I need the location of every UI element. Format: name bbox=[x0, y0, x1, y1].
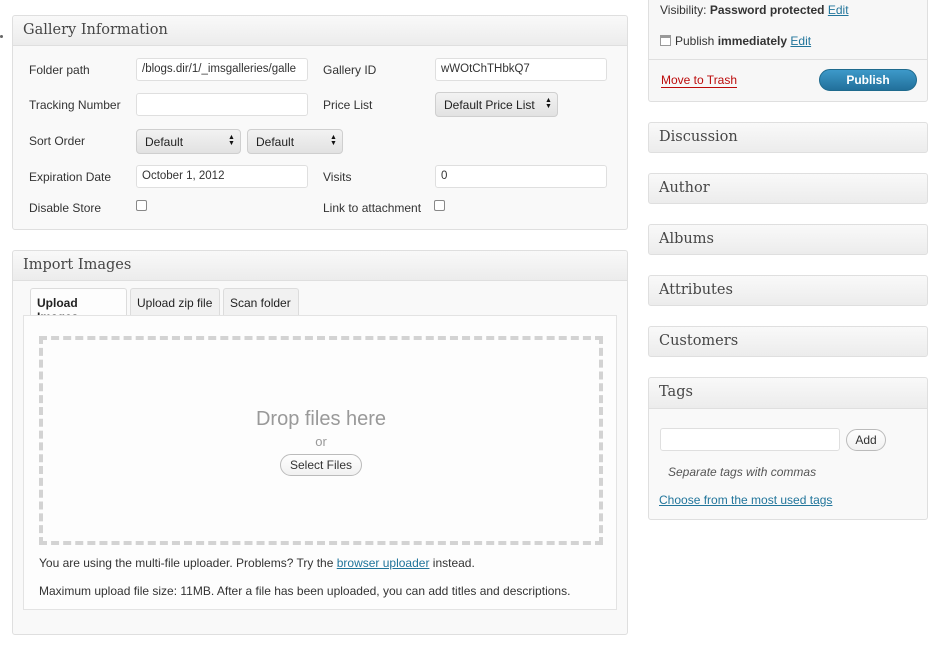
publish-time-row: Publish immediately Edit bbox=[660, 34, 811, 48]
panel-title: Gallery Information bbox=[23, 22, 168, 38]
publish-panel: Visibility: Password protected Edit Publ… bbox=[648, 0, 928, 102]
expiration-date-field[interactable]: October 1, 2012 bbox=[136, 165, 308, 188]
visibility-row: Visibility: Password protected Edit bbox=[660, 3, 849, 17]
tags-header[interactable]: Tags bbox=[649, 378, 927, 409]
panel-title: Author bbox=[659, 180, 710, 196]
publish-edit-link[interactable]: Edit bbox=[790, 34, 811, 48]
tags-hint: Separate tags with commas bbox=[668, 465, 817, 479]
tab-scan-folder[interactable]: Scan folder bbox=[223, 288, 299, 315]
tags-input[interactable] bbox=[660, 428, 840, 451]
select-files-button[interactable]: Select Files bbox=[280, 454, 362, 476]
folder-path-field[interactable]: /blogs.dir/1/_imsgalleries/galle bbox=[136, 58, 308, 81]
price-list-label: Price List bbox=[323, 98, 373, 112]
tab-label: Upload zip file bbox=[137, 296, 213, 310]
gallery-id-label: Gallery ID bbox=[323, 63, 377, 77]
panel-title: Tags bbox=[659, 384, 693, 400]
choose-most-used-tags-link[interactable]: Choose from the most used tags bbox=[659, 493, 832, 507]
move-to-trash-link[interactable]: Move to Trash bbox=[661, 73, 738, 88]
gallery-id-field[interactable]: wWOtChTHbkQ7 bbox=[435, 58, 607, 81]
tab-label: Scan folder bbox=[230, 296, 291, 310]
panel-title: Discussion bbox=[659, 129, 738, 145]
tags-panel: Tags Add Separate tags with commas Choos… bbox=[648, 377, 928, 520]
link-attachment-label: Link to attachment bbox=[323, 201, 422, 215]
sort-order-select-2[interactable]: Default ▲ ▼ bbox=[247, 129, 343, 154]
visibility-value: Password protected bbox=[709, 3, 825, 17]
author-panel[interactable]: Author bbox=[648, 173, 928, 204]
sort-order-label: Sort Order bbox=[29, 134, 86, 148]
panel-title: Import Images bbox=[23, 257, 132, 273]
drop-files-text: Drop files here bbox=[255, 408, 387, 430]
visibility-edit-link[interactable]: Edit bbox=[828, 3, 849, 17]
visits-label: Visits bbox=[323, 170, 352, 184]
sort-order-value-1: Default bbox=[145, 135, 184, 149]
gallery-information-header[interactable]: Gallery Information bbox=[13, 16, 627, 46]
updown-arrows-icon: ▲ ▼ bbox=[228, 134, 235, 147]
panel-title: Customers bbox=[659, 333, 739, 349]
visits-field[interactable]: 0 bbox=[435, 165, 607, 188]
drop-zone[interactable]: Drop files here or Select Files bbox=[39, 336, 603, 545]
publish-label: Publish bbox=[675, 34, 715, 48]
tracking-number-field[interactable] bbox=[136, 93, 308, 116]
attributes-panel[interactable]: Attributes bbox=[648, 275, 928, 306]
max-size-note: Maximum upload file size: 11MB. After a … bbox=[39, 584, 571, 598]
uploader-note-suffix: instead. bbox=[429, 556, 475, 570]
disable-store-label: Disable Store bbox=[29, 201, 102, 215]
edge-marker bbox=[0, 35, 3, 38]
discussion-panel[interactable]: Discussion bbox=[648, 122, 928, 153]
visibility-label: Visibility: bbox=[660, 3, 707, 17]
upload-tab-content: Drop files here or Select Files You are … bbox=[23, 315, 617, 610]
uploader-note: You are using the multi-file uploader. P… bbox=[39, 556, 475, 570]
uploader-note-prefix: You are using the multi-file uploader. P… bbox=[39, 556, 337, 570]
albums-panel[interactable]: Albums bbox=[648, 224, 928, 255]
publish-value: immediately bbox=[717, 34, 788, 48]
publish-button[interactable]: Publish bbox=[819, 69, 917, 91]
price-list-value: Default Price List bbox=[444, 98, 535, 112]
import-images-panel: Import Images Upload Images Upload zip f… bbox=[12, 250, 628, 635]
gallery-information-panel: Gallery Information Folder path /blogs.d… bbox=[12, 15, 628, 230]
link-attachment-checkbox[interactable] bbox=[434, 200, 445, 211]
updown-arrows-icon: ▲ ▼ bbox=[545, 97, 552, 110]
or-text: or bbox=[315, 434, 327, 449]
add-tag-button[interactable]: Add bbox=[846, 429, 886, 451]
tab-upload-zip[interactable]: Upload zip file bbox=[130, 288, 220, 315]
tab-upload-images[interactable]: Upload Images bbox=[30, 288, 127, 324]
price-list-select[interactable]: Default Price List ▲ ▼ bbox=[435, 92, 558, 117]
import-images-header[interactable]: Import Images bbox=[13, 251, 627, 281]
panel-title: Albums bbox=[659, 231, 714, 247]
disable-store-checkbox[interactable] bbox=[136, 200, 147, 211]
sort-order-select-1[interactable]: Default ▲ ▼ bbox=[136, 129, 241, 154]
sort-order-value-2: Default bbox=[256, 135, 295, 149]
updown-arrows-icon: ▲ ▼ bbox=[330, 134, 337, 147]
folder-path-label: Folder path bbox=[29, 63, 90, 77]
tracking-number-label: Tracking Number bbox=[29, 98, 121, 112]
browser-uploader-link[interactable]: browser uploader bbox=[337, 556, 430, 570]
customers-panel[interactable]: Customers bbox=[648, 326, 928, 357]
panel-title: Attributes bbox=[659, 282, 733, 298]
publish-actions-divider bbox=[649, 59, 927, 60]
expiration-date-label: Expiration Date bbox=[29, 170, 112, 184]
calendar-icon bbox=[660, 35, 671, 46]
